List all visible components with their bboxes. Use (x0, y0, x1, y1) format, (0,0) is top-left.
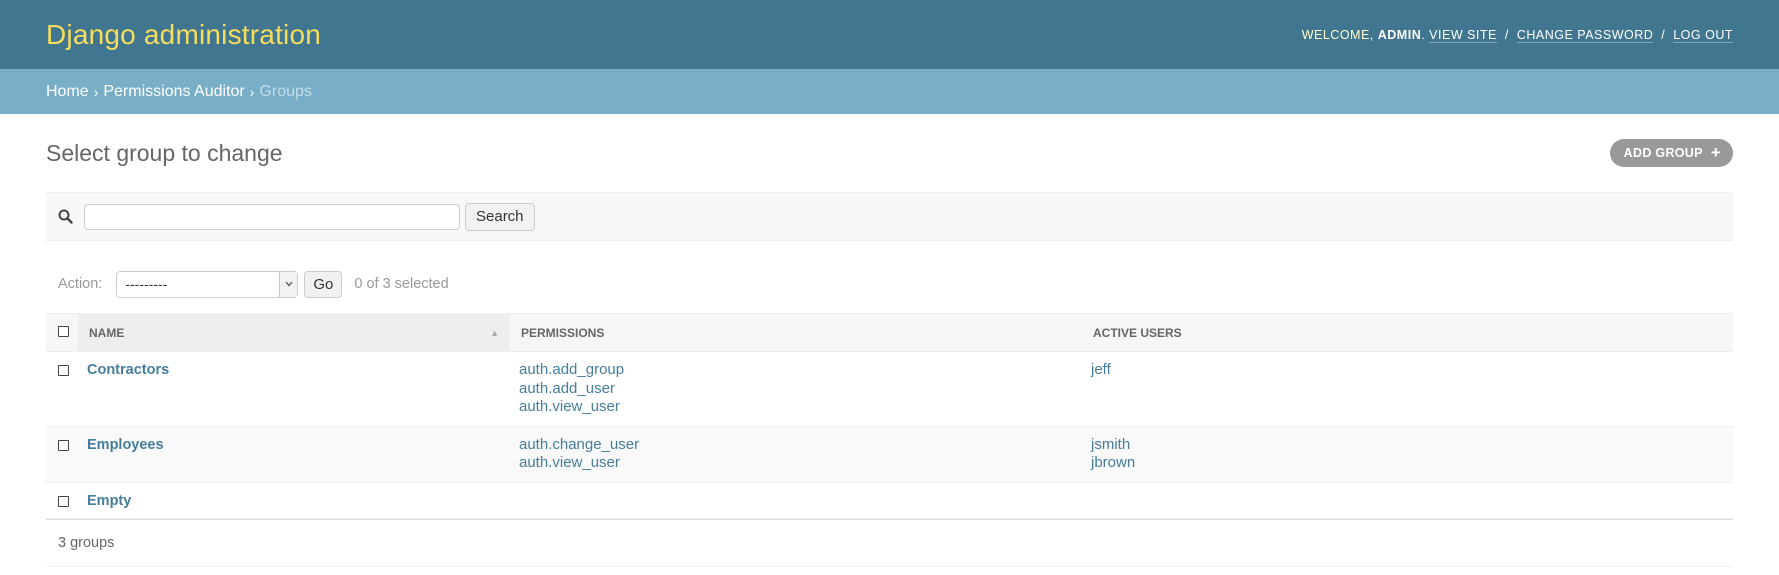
permission-link[interactable]: auth.add_group (519, 361, 1073, 380)
paginator: 3 groups (46, 518, 1733, 567)
table-row: Contractors auth.add_group auth.add_user… (46, 351, 1733, 427)
table-row: Employees auth.change_user auth.view_use… (46, 426, 1733, 483)
search-toolbar: Search (46, 192, 1733, 241)
action-select-value: --------- (125, 276, 168, 292)
group-link[interactable]: Contractors (87, 362, 169, 378)
breadcrumb: Home › Permissions Auditor › Groups (0, 69, 1779, 114)
chevron-down-icon (279, 271, 298, 297)
change-password-link[interactable]: Change password (1516, 27, 1654, 43)
group-link[interactable]: Empty (87, 493, 131, 509)
breadcrumb-current: Groups (259, 82, 312, 100)
page-title: Select group to change (46, 139, 283, 166)
plus-icon: + (1710, 143, 1721, 162)
breadcrumb-home[interactable]: Home (46, 83, 89, 101)
actions-bar: Action: --------- Go 0 of 3 selected (46, 241, 1733, 313)
select-all-checkbox[interactable] (58, 325, 69, 337)
column-header-name[interactable]: Name ▲ (78, 313, 510, 352)
add-group-button[interactable]: Add group + (1609, 139, 1733, 167)
result-count: 3 groups (58, 534, 115, 551)
breadcrumb-separator: › (249, 83, 255, 100)
search-input[interactable] (84, 203, 460, 230)
site-branding[interactable]: Django administration (46, 19, 321, 51)
row-checkbox[interactable] (58, 495, 69, 507)
user-link[interactable]: jsmith (1091, 436, 1724, 455)
log-out-link[interactable]: Log out (1673, 27, 1733, 43)
permission-link[interactable]: auth.change_user (519, 436, 1073, 455)
action-select[interactable]: --------- (116, 270, 299, 298)
row-checkbox[interactable] (58, 365, 69, 376)
site-header: Django administration Welcome, admin. Vi… (0, 0, 1779, 69)
sort-ascending-icon[interactable]: ▲ (490, 328, 499, 338)
add-group-label: Add group (1623, 146, 1703, 160)
permission-link[interactable]: auth.view_user (519, 398, 1073, 417)
column-header-permissions: Permissions (510, 313, 1082, 352)
search-icon (58, 208, 76, 226)
view-site-link[interactable]: View site (1429, 27, 1497, 43)
table-header-row: Name ▲ Permissions Active users (46, 313, 1733, 352)
breadcrumb-separator: › (93, 83, 99, 100)
column-header-permissions-label: Permissions (521, 325, 605, 340)
permission-link[interactable]: auth.add_user (519, 380, 1073, 399)
search-button[interactable]: Search (465, 202, 535, 231)
table-row: Empty (46, 482, 1733, 519)
title-row: Select group to change Add group + (46, 114, 1733, 192)
column-header-active-users-label: Active users (1093, 325, 1182, 340)
username: admin (1377, 27, 1422, 42)
row-checkbox[interactable] (58, 439, 69, 451)
selection-counter: 0 of 3 selected (354, 276, 449, 292)
main-content: Select group to change Add group + Searc… (0, 114, 1779, 567)
user-tools: Welcome, admin. View site / Change passw… (1301, 27, 1733, 43)
select-all-header (46, 313, 78, 352)
user-link[interactable]: jeff (1091, 361, 1724, 380)
group-link[interactable]: Employees (87, 437, 164, 453)
welcome-text: Welcome, (1301, 27, 1374, 42)
breadcrumb-app[interactable]: Permissions Auditor (103, 83, 244, 101)
go-button[interactable]: Go (304, 270, 343, 298)
user-link[interactable]: jbrown (1091, 454, 1724, 473)
permission-link[interactable]: auth.view_user (519, 454, 1073, 473)
results-table: Name ▲ Permissions Active users Contract… (46, 313, 1733, 519)
action-label: Action: (58, 276, 103, 292)
column-header-active-users: Active users (1082, 313, 1733, 352)
column-header-name-label[interactable]: Name (89, 326, 124, 340)
